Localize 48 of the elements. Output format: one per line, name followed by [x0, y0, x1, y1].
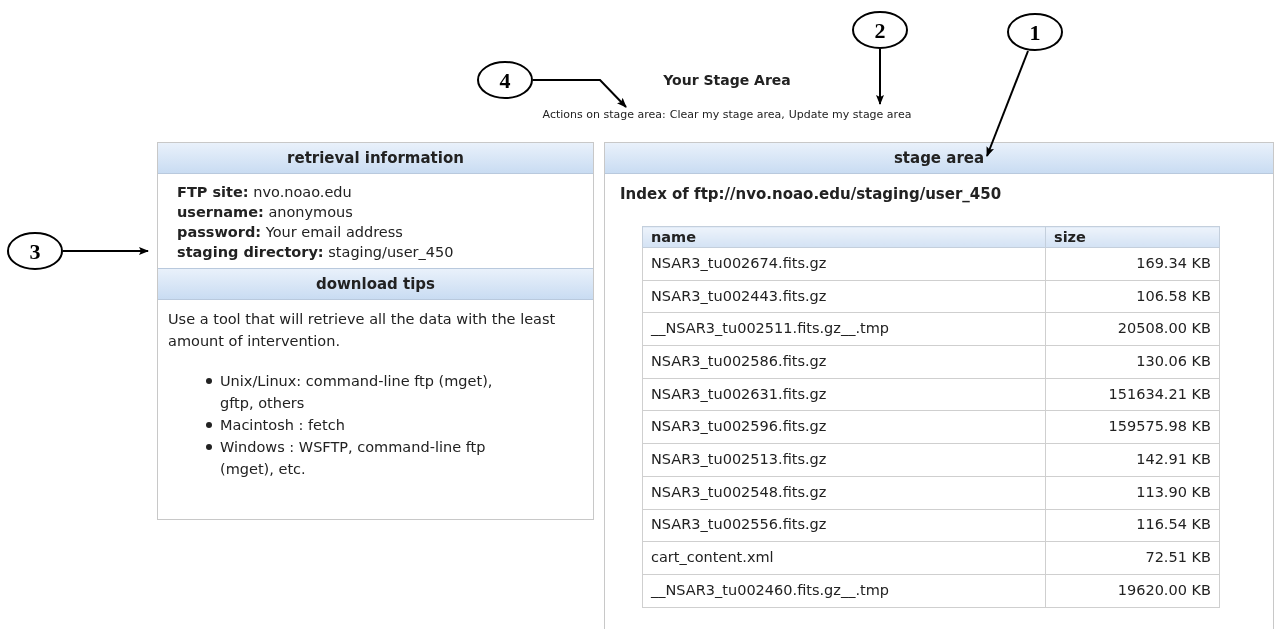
index-title: Index of ftp://nvo.noao.edu/staging/user_450: [619, 184, 1003, 204]
table-cell: 19620.00 KB: [1045, 574, 1220, 608]
table-cell: NSAR3_tu002556.fits.gz: [642, 509, 1046, 542]
table-cell: NSAR3_tu002443.fits.gz: [642, 280, 1046, 313]
callout-marker: 4: [477, 61, 533, 99]
table-cell: 159575.98 KB: [1045, 410, 1220, 444]
callout-arrow: [876, 48, 884, 105]
table-cell: 142.91 KB: [1045, 443, 1220, 477]
action-link[interactable]: Update my stage area: [788, 108, 912, 122]
table-cell: NSAR3_tu002674.fits.gz: [642, 247, 1046, 281]
tip-item: Windows : WSFTP, command-line ftp (mget), etc.: [220, 438, 487, 479]
table-cell: 20508.00 KB: [1045, 312, 1220, 346]
table-cell: 72.51 KB: [1045, 541, 1220, 575]
callout-marker: 1: [1007, 13, 1063, 51]
tip-item: Unix/Linux: command-line ftp (mget), gftp, others: [220, 372, 494, 413]
info-line: staging directory: staging/user_450: [177, 243, 455, 262]
panel-header: stage area: [605, 143, 1273, 174]
info-line: username: anonymous: [177, 203, 354, 222]
tip-item: Macintosh : fetch: [220, 416, 346, 435]
table-cell: NSAR3_tu002631.fits.gz: [642, 378, 1046, 411]
table-cell: 106.58 KB: [1045, 280, 1220, 313]
info-line: FTP site: nvo.noao.edu: [177, 183, 353, 202]
table-cell: NSAR3_tu002596.fits.gz: [642, 410, 1046, 444]
info-line: password: Your email address: [177, 223, 404, 242]
panel-header: download tips: [158, 268, 593, 300]
table-cell: 113.90 KB: [1045, 476, 1220, 509]
page-title: Your Stage Area: [663, 71, 791, 90]
table-cell: 116.54 KB: [1045, 509, 1220, 542]
table-cell: NSAR3_tu002548.fits.gz: [642, 476, 1046, 509]
bullet-icon: [206, 378, 212, 384]
panel-header: retrieval information: [158, 143, 593, 174]
table-cell: 169.34 KB: [1045, 247, 1220, 281]
separator: ,: [781, 108, 785, 122]
table-cell: __NSAR3_tu002460.fits.gz__.tmp: [642, 574, 1046, 608]
column-header: size: [1045, 226, 1220, 248]
callout-marker: 2: [852, 11, 908, 49]
table-cell: NSAR3_tu002586.fits.gz: [642, 345, 1046, 379]
column-header: name: [642, 226, 1046, 248]
bullet-icon: [206, 444, 212, 450]
actions-label: Actions on stage area:: [542, 108, 666, 122]
table-cell: __NSAR3_tu002511.fits.gz__.tmp: [642, 312, 1046, 346]
table-cell: 151634.21 KB: [1045, 378, 1220, 411]
table-cell: 130.06 KB: [1045, 345, 1220, 379]
bullet-icon: [206, 422, 212, 428]
table-cell: cart_content.xml: [642, 541, 1046, 575]
table-cell: NSAR3_tu002513.fits.gz: [642, 443, 1046, 477]
tips-intro: Use a tool that will retrieve all the data with the least amount of intervention.: [167, 310, 557, 351]
callout-marker: 3: [7, 232, 63, 270]
